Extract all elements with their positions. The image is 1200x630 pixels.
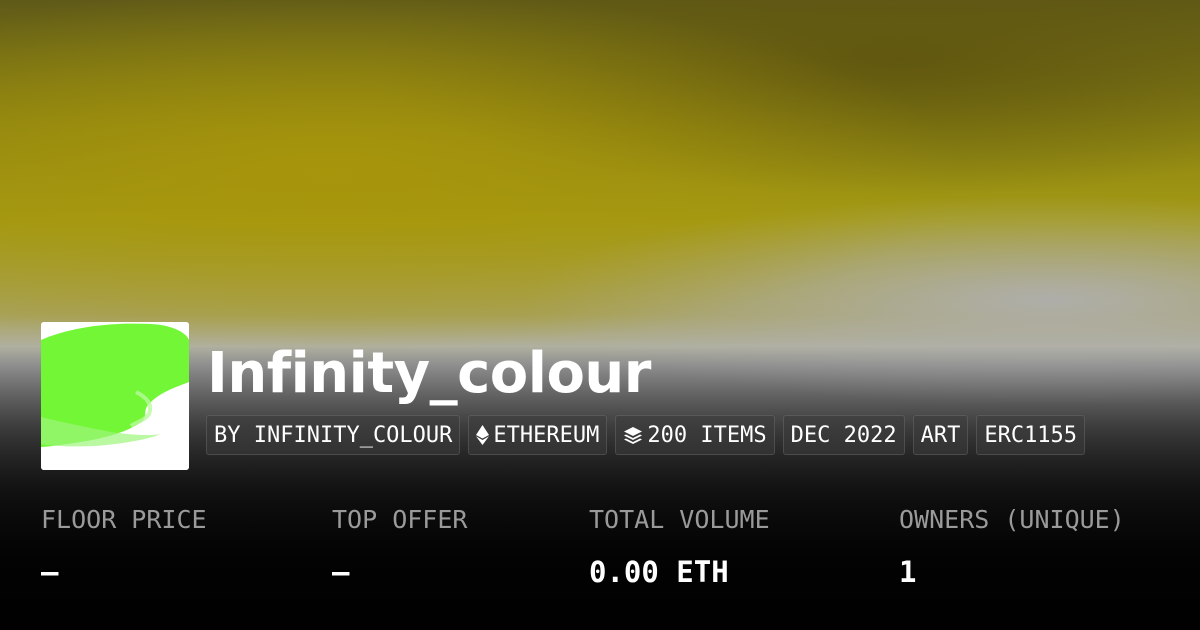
collection-title: Infinity_colour (207, 341, 651, 406)
top-offer-value: – (332, 555, 350, 589)
token-standard-label: ERC1155 (984, 422, 1078, 448)
top-offer-label: TOP OFFER (332, 505, 468, 534)
creator-tag-label: BY INFINITY_COLOUR (214, 422, 453, 448)
chain-tag: ETHEREUM (468, 415, 608, 455)
stack-layers-icon (623, 426, 643, 444)
ethereum-icon (476, 425, 490, 445)
creator-tag[interactable]: BY INFINITY_COLOUR (206, 415, 461, 455)
floor-price-stat: FLOOR PRICE – (41, 500, 207, 592)
collection-preview-card: Infinity_colour BY INFINITY_COLOUR ETHER… (0, 0, 1200, 630)
item-count-tag: 200 ITEMS (615, 415, 775, 455)
item-count-label: 200 ITEMS (647, 422, 767, 448)
floor-price-label: FLOOR PRICE (41, 505, 207, 534)
collection-tag-row: BY INFINITY_COLOUR ETHEREUM 200 ITEMS DE… (206, 415, 1086, 455)
category-tag[interactable]: ART (912, 415, 969, 455)
total-volume-stat: TOTAL VOLUME 0.00 ETH (589, 500, 770, 592)
date-tag-label: DEC 2022 (790, 422, 897, 448)
owners-stat: OWNERS (UNIQUE) 1 (899, 500, 1125, 592)
floor-price-value: – (41, 555, 59, 589)
chain-tag-label: ETHEREUM (493, 422, 600, 448)
total-volume-value: 0.00 ETH (589, 555, 729, 589)
collection-avatar (41, 322, 189, 470)
owners-value: 1 (899, 555, 917, 589)
top-offer-stat: TOP OFFER – (332, 500, 467, 592)
date-tag: DEC 2022 (782, 415, 905, 455)
category-tag-label: ART (920, 422, 961, 448)
token-standard-tag: ERC1155 (976, 415, 1086, 455)
owners-label: OWNERS (UNIQUE) (899, 505, 1125, 534)
total-volume-label: TOTAL VOLUME (589, 505, 770, 534)
